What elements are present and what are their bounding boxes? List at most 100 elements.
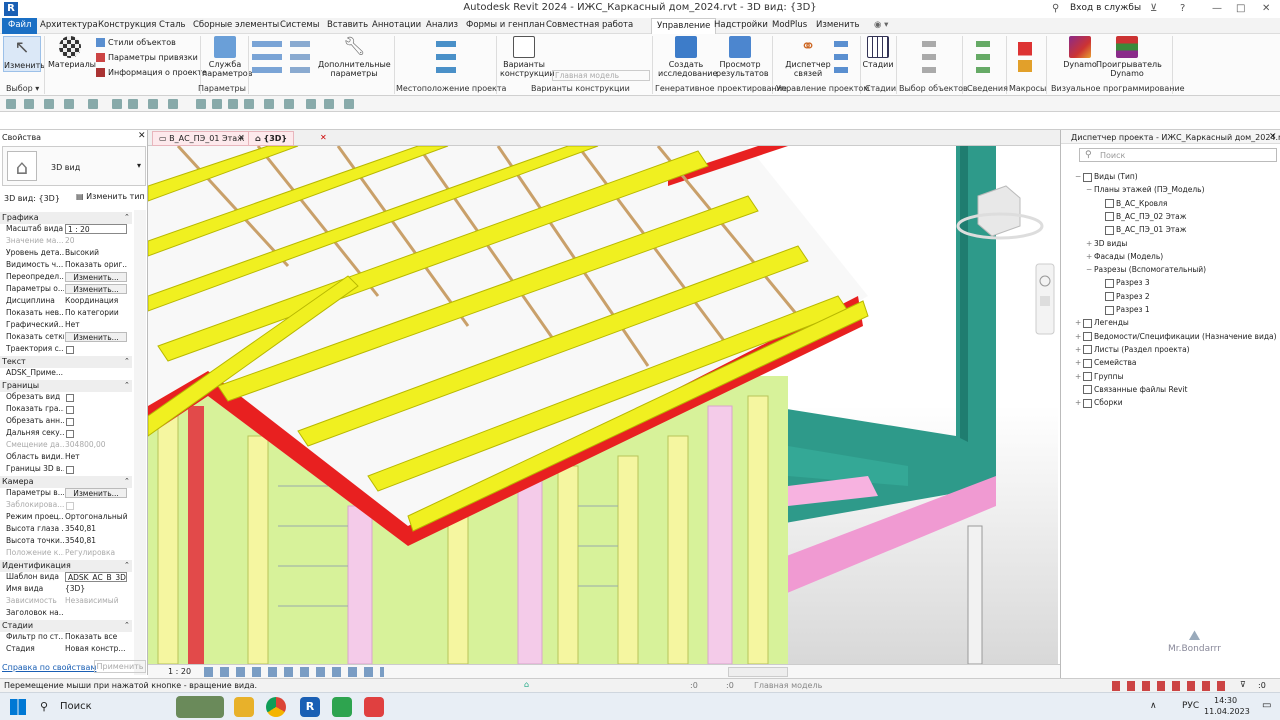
worksets-icon[interactable]: ⌂ [524,680,529,689]
snaps-button[interactable]: Параметры привязки [96,53,198,62]
annotation-icon[interactable] [228,99,238,109]
dynamo-player-button[interactable]: Проигрыватель Dynamo [1096,36,1162,78]
macros-icons[interactable] [1018,42,1032,72]
close-icon[interactable]: ✕ [138,131,146,141]
modify-button[interactable]: ↖ Изменить [3,36,45,72]
collapse-icon[interactable]: ⌃ [124,621,130,629]
tab-manage[interactable]: Управление [651,18,717,34]
tray-chevron-icon[interactable]: ∧ [1150,701,1157,711]
parameters-service-button[interactable]: Служба параметров [202,36,252,78]
property-row[interactable]: Шаблон вида ADSK_АС_В_3D [0,572,132,584]
expand-toggle-icon[interactable]: − [1086,185,1094,194]
type-selector[interactable]: ⌂ 3D вид ▾ [2,146,146,186]
browser-node[interactable]: + Ведомости/Спецификации (Назначение вида… [1075,332,1277,342]
binoculars-icon[interactable]: ⚲ [1052,3,1059,14]
collapse-icon[interactable]: ⌃ [124,381,130,389]
property-row[interactable]: Переопредел... Изменить... [0,272,132,284]
edit-type-button[interactable]: ▤ Изменить тип [76,192,145,201]
selection-filter-icons[interactable] [1112,681,1232,691]
section-text[interactable]: Текст [0,356,132,368]
help-icon[interactable]: ? [1180,3,1185,14]
property-row[interactable]: Показать гра... [0,404,132,416]
inquiry-icons[interactable] [976,38,990,78]
property-row[interactable]: Дисциплина Координация [0,296,132,308]
tab-insert[interactable]: Вставить [327,20,368,30]
property-checkbox[interactable] [66,430,74,438]
browser-node[interactable]: − Планы этажей (ПЭ_Модель) [1086,185,1205,194]
windows-start-icon[interactable] [10,699,26,715]
collapse-icon[interactable]: ⌃ [124,477,130,485]
transfer-tools-icons[interactable] [290,38,310,78]
property-row[interactable]: Заблокирова... [0,500,132,512]
tab-structure[interactable]: Конструкция [98,20,156,30]
login-button[interactable]: Вход в службы [1070,3,1141,13]
property-row[interactable]: Имя вида {3D} [0,584,132,596]
camtasia-icon[interactable] [332,697,352,717]
property-row[interactable]: Параметры о... Изменить... [0,284,132,296]
view-results-button[interactable]: Просмотр результатов [716,36,769,78]
browser-search-input[interactable]: Поиск [1079,148,1277,162]
property-row[interactable]: Высота глаза ... 3540,81 [0,524,132,536]
property-row[interactable]: ADSK_Приме... [0,368,132,380]
section-phases[interactable]: Стадии [0,620,132,632]
property-row[interactable]: Дальняя секу... [0,428,132,440]
tab-modify[interactable]: Изменить [816,20,860,30]
text-icon[interactable] [196,99,206,109]
property-checkbox[interactable] [66,502,74,510]
property-checkbox[interactable] [66,466,74,474]
property-row[interactable]: Границы 3D в... [0,464,132,476]
tab-annotate[interactable]: Аннотации [372,20,421,30]
editing-requests-status[interactable]: :0 [726,681,734,690]
horizontal-scrollbar[interactable] [728,667,788,677]
property-row[interactable]: Положение к... Регулировка [0,548,132,560]
cart-icon[interactable]: ⊻ [1150,3,1157,14]
collapse-icon[interactable]: ⌃ [124,357,130,365]
property-row[interactable]: Фильтр по ст... Показать все [0,632,132,644]
view-scale[interactable]: 1 : 20 [168,667,191,676]
browser-node[interactable]: Разрез 2 [1097,292,1150,302]
browser-node[interactable]: +3D виды [1086,239,1127,248]
property-row[interactable]: Смещение да... 304800,00 [0,440,132,452]
expand-toggle-icon[interactable]: − [1086,265,1094,274]
expand-toggle-icon[interactable]: + [1086,252,1094,261]
expand-toggle-icon[interactable]: + [1086,239,1094,248]
manage-project-icons[interactable] [834,38,848,78]
materials-button[interactable]: Материалы [48,36,96,69]
tab-precast[interactable]: Сборные элементы [193,20,279,30]
browser-node[interactable]: + Фасады (Модель) [1086,252,1163,261]
file-explorer-icon[interactable] [234,697,254,717]
close-tab-icon[interactable]: ✕ [238,133,245,142]
properties-help-link[interactable]: Справка по свойствам [2,663,96,672]
property-row[interactable]: Графический... Нет [0,320,132,332]
property-value[interactable]: ADSK_АС_В_3D [65,572,127,582]
dynamo-button[interactable]: Dynamo [1060,36,1100,69]
open-icon[interactable] [6,99,16,109]
property-row[interactable]: Показать сетки Изменить... [0,332,132,344]
property-row[interactable]: Значение ма... 20 [0,236,132,248]
link-manager-button[interactable]: ⚭ Диспетчер связей [784,36,832,78]
property-checkbox[interactable] [66,406,74,414]
collapse-icon[interactable]: ⌃ [124,213,130,221]
tab-3d-view[interactable]: ⌂ {3D} [248,131,295,146]
section-camera[interactable]: Камера [0,476,132,488]
expand-toggle-icon[interactable]: + [1075,358,1083,367]
parameter-tools-icons[interactable] [252,38,282,78]
browser-node[interactable]: + Листы (Раздел проекта) [1075,345,1190,355]
switch-windows-icon[interactable] [324,99,334,109]
filter-icon[interactable]: ⊽ [1240,680,1246,689]
redo-icon[interactable] [88,99,98,109]
object-styles-button[interactable]: Стили объектов [96,38,176,47]
default-3d-icon[interactable] [244,99,254,109]
browser-node[interactable]: + Семейства [1075,358,1137,368]
clock-date[interactable]: 11.04.2023 [1204,707,1250,716]
expand-toggle-icon[interactable]: + [1075,332,1083,341]
browser-node[interactable]: + Сборки [1075,398,1123,408]
3d-viewport[interactable] [148,146,1058,664]
browser-node[interactable]: − Разрезы (Вспомогательный) [1086,265,1206,274]
active-design-option-select[interactable]: Главная модель [552,70,650,81]
browser-node[interactable]: + Группы [1075,372,1124,381]
close-hidden-icon[interactable] [306,99,316,109]
properties-scrollbar[interactable] [134,210,146,675]
close-icon[interactable]: ✕ [1262,3,1270,14]
undo-icon[interactable] [64,99,74,109]
